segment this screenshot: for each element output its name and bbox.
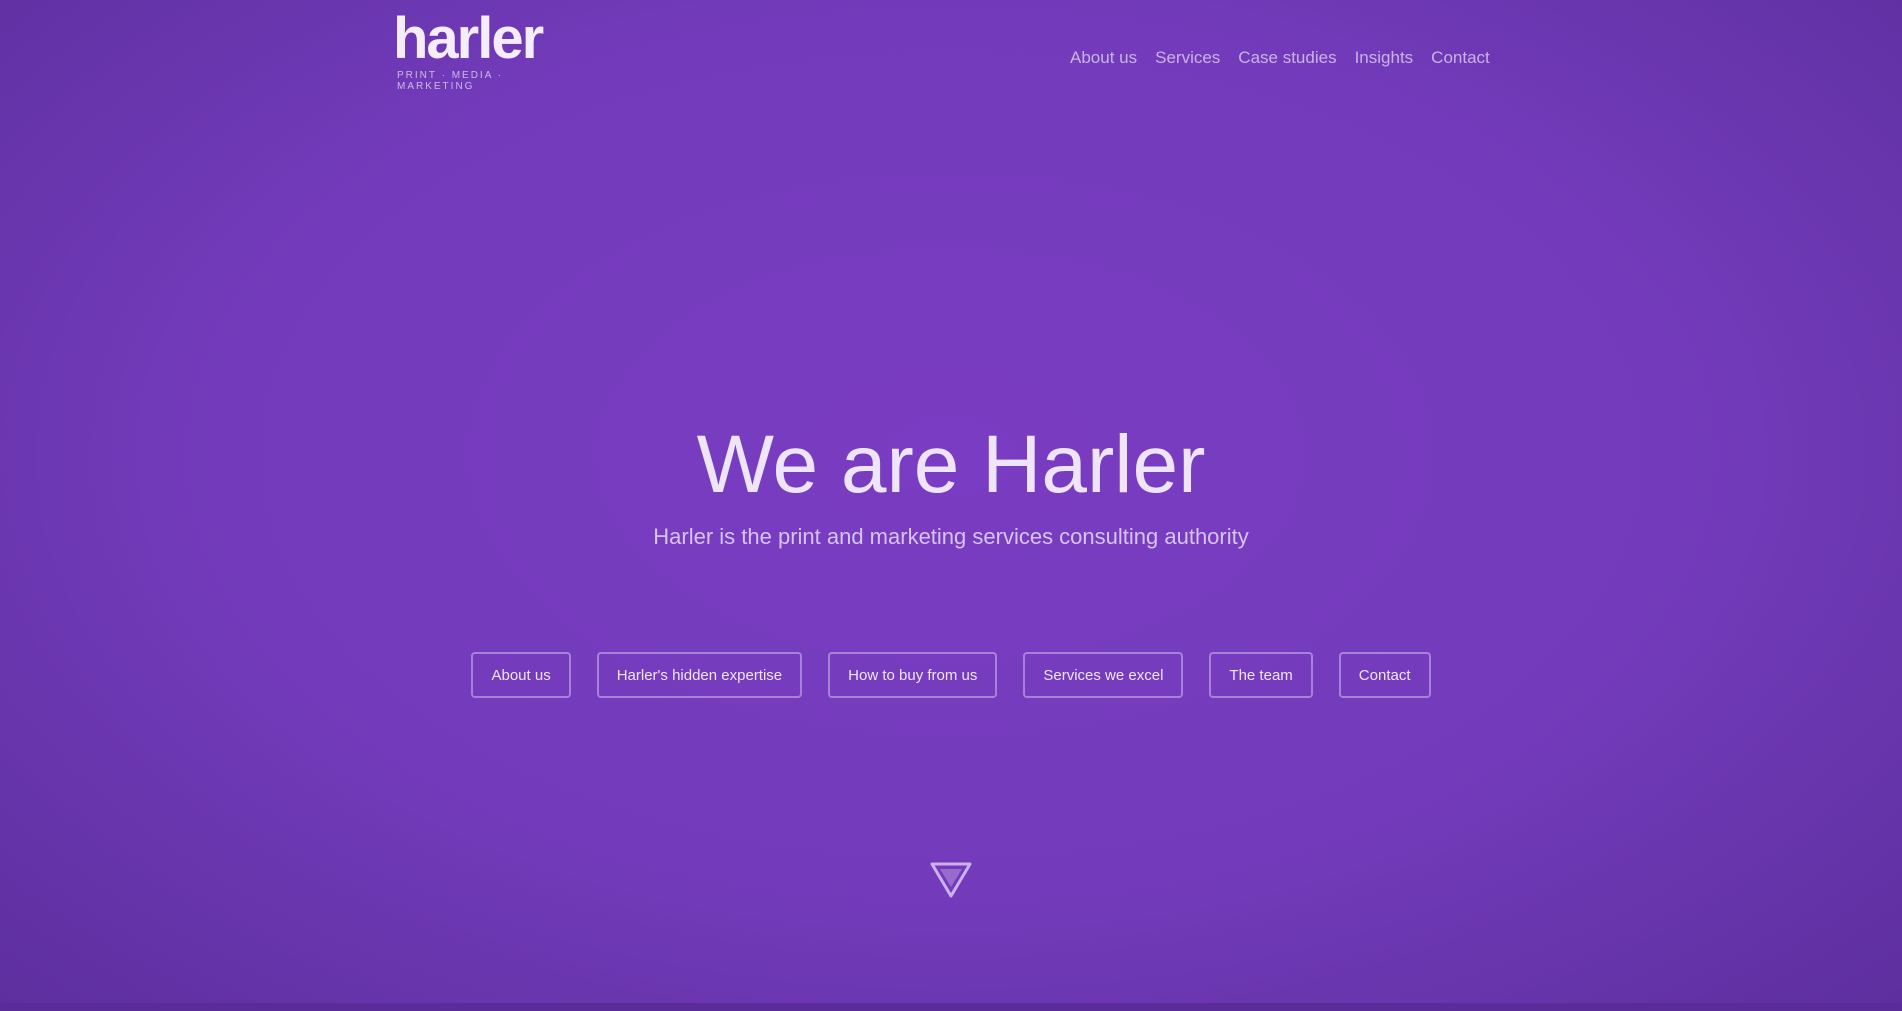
hidden-expertise-button[interactable]: Harler's hidden expertise [596,652,803,698]
nav-about-us[interactable]: About us [1070,48,1137,68]
nav-insights[interactable]: Insights [1355,48,1414,68]
hero-subtitle: Harler is the print and marketing servic… [653,524,1249,549]
how-to-buy-button[interactable]: How to buy from us [828,652,998,698]
contact-button[interactable]: Contact [1338,652,1431,698]
page: harler PRINT · MEDIA · MARKETING About u… [0,0,1902,1011]
hero-button-row: About us Harler's hidden expertise How t… [0,652,1902,698]
harler-logo[interactable]: harler PRINT · MEDIA · MARKETING [393,6,578,93]
hero-title: We are Harler [696,419,1206,510]
about-us-button[interactable]: About us [471,652,571,698]
scroll-down-icon[interactable] [928,856,974,902]
nav-services[interactable]: Services [1155,48,1220,68]
main-nav: About us Services Case studies Insights … [1070,48,1490,68]
logo-tagline: PRINT · MEDIA · MARKETING [397,70,503,92]
bottom-edge [0,1003,1902,1011]
team-button[interactable]: The team [1209,652,1313,698]
nav-contact[interactable]: Contact [1431,48,1490,68]
services-button[interactable]: Services we excel [1023,652,1184,698]
logo-wordmark: harler [393,6,544,71]
nav-case-studies[interactable]: Case studies [1238,48,1336,68]
